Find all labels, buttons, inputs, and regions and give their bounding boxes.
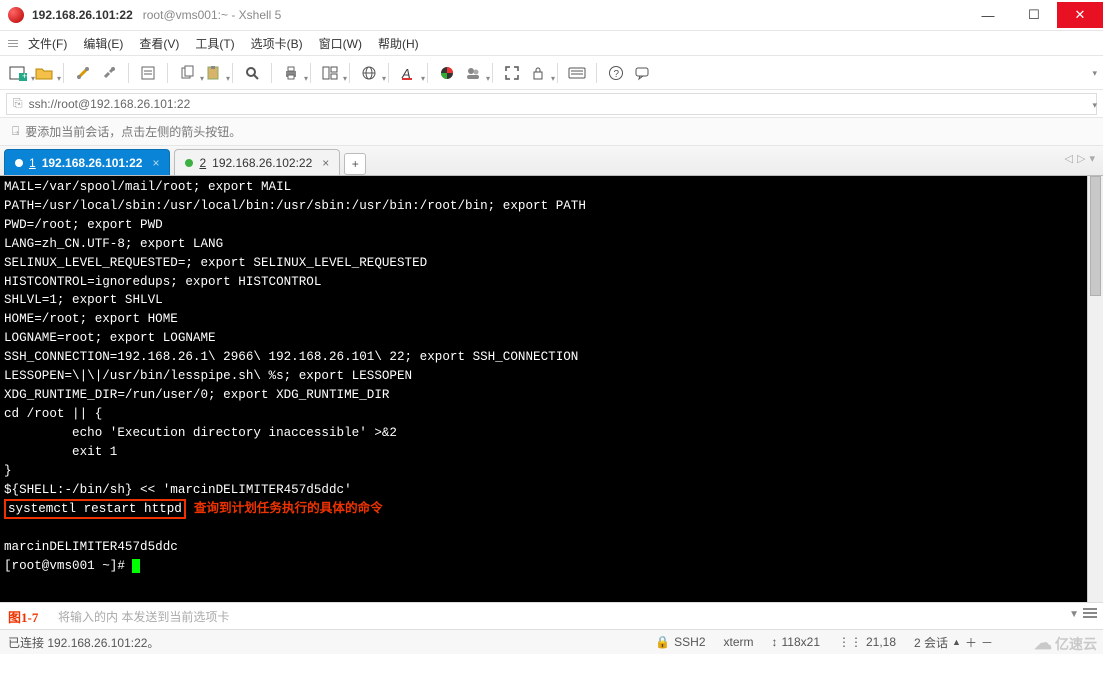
figure-label: 图1-7 xyxy=(8,607,38,626)
compose-menu-icon[interactable] xyxy=(1083,608,1097,618)
tabs-next-icon[interactable]: ▷ xyxy=(1077,152,1085,165)
menu-file[interactable]: 文件(F) xyxy=(22,32,73,55)
app-icon xyxy=(8,7,24,23)
menu-tabs[interactable]: 选项卡(B) xyxy=(245,32,309,55)
highlight-annotation: 查询到计划任务执行的具体的命令 xyxy=(194,501,383,515)
menu-view[interactable]: 查看(V) xyxy=(133,32,185,55)
sessions-remove-icon[interactable]: － xyxy=(981,634,993,651)
cloud-icon: ☁ xyxy=(1034,633,1052,654)
compose-bar: 图1-7 将输入的内 本发送到当前选项卡 ▼ xyxy=(0,602,1103,630)
tab-label: 192.168.26.102:22 xyxy=(212,156,312,170)
link-icon: ⎘ xyxy=(13,96,23,111)
status-size: 118x21 xyxy=(782,635,820,649)
session-tab-2[interactable]: 2 192.168.26.102:22 × xyxy=(174,149,340,175)
menubar: 文件(F) 编辑(E) 查看(V) 工具(T) 选项卡(B) 窗口(W) 帮助(… xyxy=(0,30,1103,56)
scrollbar-thumb[interactable] xyxy=(1090,176,1101,296)
window-titlebar: 192.168.26.101:22 root@vms001:~ - Xshell… xyxy=(0,0,1103,30)
lock-small-icon: 🔒 xyxy=(655,635,670,649)
copy-icon[interactable] xyxy=(177,63,197,83)
disconnect-icon[interactable] xyxy=(99,63,119,83)
sessions-add-icon[interactable]: ＋ xyxy=(965,634,977,651)
status-connection: 已连接 192.168.26.101:22。 xyxy=(8,634,159,651)
search-icon[interactable] xyxy=(242,63,262,83)
window-maximize-button[interactable]: ☐ xyxy=(1011,2,1057,28)
chat-icon[interactable] xyxy=(632,63,652,83)
users-icon[interactable] xyxy=(463,63,483,83)
size-icon: ↕ xyxy=(772,635,778,649)
address-text: ssh://root@192.168.26.101:22 xyxy=(29,97,191,111)
addressbar-overflow-icon[interactable]: ▾ xyxy=(1092,100,1097,111)
new-session-icon[interactable]: + xyxy=(8,63,28,83)
font-icon[interactable]: A xyxy=(398,63,418,83)
status-proto: SSH2 xyxy=(674,635,705,649)
window-close-button[interactable]: ✕ xyxy=(1057,2,1103,28)
open-folder-icon[interactable] xyxy=(34,63,54,83)
help-icon[interactable]: ? xyxy=(606,63,626,83)
status-term: xterm xyxy=(724,635,754,649)
menu-help[interactable]: 帮助(H) xyxy=(372,32,425,55)
hint-bar: ⍈ 要添加当前会话，点击左侧的箭头按钮。 xyxy=(0,118,1103,146)
svg-text:?: ? xyxy=(614,69,620,80)
tab-close-icon[interactable]: × xyxy=(322,156,329,170)
menu-tools[interactable]: 工具(T) xyxy=(189,32,240,55)
pos-icon: ⋮⋮ xyxy=(838,635,862,649)
address-bar: ⎘ ssh://root@192.168.26.101:22 ▾ xyxy=(0,90,1103,118)
keyboard-icon[interactable] xyxy=(567,63,587,83)
terminal-scrollbar[interactable] xyxy=(1087,176,1103,602)
layout-icon[interactable] xyxy=(320,63,340,83)
tab-add-button[interactable]: + xyxy=(344,153,366,175)
terminal-panel: MAIL=/var/spool/mail/root; export MAIL P… xyxy=(0,176,1103,602)
terminal-output[interactable]: MAIL=/var/spool/mail/root; export MAIL P… xyxy=(0,176,1087,602)
fullscreen-icon[interactable] xyxy=(502,63,522,83)
svg-text:+: + xyxy=(22,71,27,81)
lock-icon[interactable] xyxy=(528,63,548,83)
title-rest: root@vms001:~ - Xshell 5 xyxy=(143,8,282,22)
tab-index: 1 xyxy=(29,156,36,170)
status-dot-icon xyxy=(185,159,193,167)
compose-dropdown-icon[interactable]: ▼ xyxy=(1069,609,1079,620)
tab-index: 2 xyxy=(199,156,206,170)
address-input[interactable]: ⎘ ssh://root@192.168.26.101:22 xyxy=(6,93,1097,115)
toolbar: + A ? ▾ xyxy=(0,56,1103,90)
tab-label: 192.168.26.101:22 xyxy=(42,156,143,170)
hint-text: 要添加当前会话，点击左侧的箭头按钮。 xyxy=(25,123,241,140)
session-tabs-bar: 1 192.168.26.101:22 × 2 192.168.26.102:2… xyxy=(0,146,1103,176)
highlighted-command: systemctl restart httpd xyxy=(4,499,186,519)
menu-window[interactable]: 窗口(W) xyxy=(313,32,368,55)
properties-icon[interactable] xyxy=(138,63,158,83)
tab-close-icon[interactable]: × xyxy=(152,156,159,170)
status-bar: 已连接 192.168.26.101:22。 🔒 SSH2 xterm ↕ 118x… xyxy=(0,630,1103,654)
window-minimize-button[interactable]: — xyxy=(965,2,1011,28)
session-tab-1[interactable]: 1 192.168.26.101:22 × xyxy=(4,149,170,175)
window-controls: — ☐ ✕ xyxy=(965,2,1103,28)
encoding-icon[interactable] xyxy=(359,63,379,83)
brand-watermark: ☁ 亿速云 xyxy=(1034,633,1097,654)
terminal-cursor xyxy=(132,559,140,573)
status-sessions-label: 2 会话 xyxy=(914,634,948,651)
brand-text: 亿速云 xyxy=(1055,634,1097,654)
compose-placeholder[interactable]: 将输入的内 本发送到当前选项卡 xyxy=(10,608,229,625)
reconnect-icon[interactable] xyxy=(73,63,93,83)
title-host: 192.168.26.101:22 xyxy=(32,8,133,22)
status-dot-icon xyxy=(15,159,23,167)
status-pos: 21,18 xyxy=(866,635,896,649)
menu-edit[interactable]: 编辑(E) xyxy=(77,32,129,55)
menu-toggle-icon[interactable] xyxy=(8,40,18,47)
toolbar-overflow-icon[interactable]: ▾ xyxy=(1092,68,1097,79)
tabs-overflow-icon[interactable]: ▾ xyxy=(1089,152,1095,165)
tabs-prev-icon[interactable]: ◁ xyxy=(1065,152,1073,165)
color-icon[interactable] xyxy=(437,63,457,83)
hint-arrow-icon[interactable]: ⍈ xyxy=(12,124,19,139)
print-icon[interactable] xyxy=(281,63,301,83)
paste-icon[interactable] xyxy=(203,63,223,83)
